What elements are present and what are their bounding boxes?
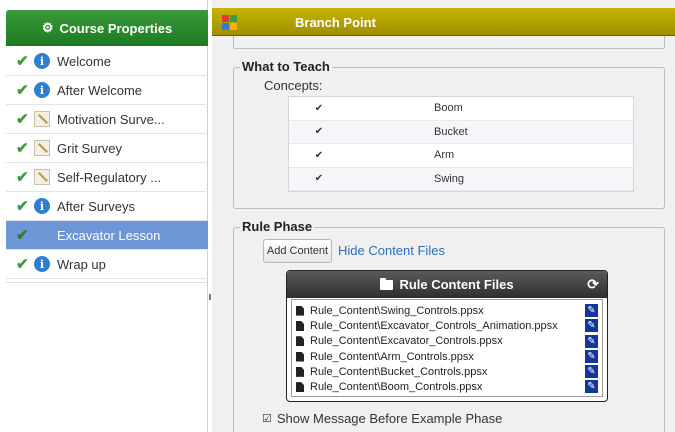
survey-icon — [34, 169, 50, 185]
content-file-row: Rule_Content\Arm_Controls.ppsx ✎ — [292, 349, 602, 364]
edit-file-icon[interactable]: ✎ — [585, 380, 598, 394]
branch-grid-icon — [34, 227, 50, 243]
rule-phase-section: Rule Phase Add Content Hide Content File… — [233, 219, 665, 432]
edit-file-icon[interactable]: ✎ — [585, 304, 598, 317]
file-icon — [296, 320, 304, 331]
branch-point-header: Branch Point — [212, 8, 675, 36]
check-icon: ✔ — [16, 197, 29, 215]
sidebar-item[interactable]: ✔ Grit Survey — [6, 134, 208, 163]
concept-name: Arm — [434, 149, 455, 162]
edit-file-icon[interactable]: ✎ — [585, 334, 598, 348]
show-message-checkbox[interactable]: ☑ — [262, 412, 272, 425]
content-file-name: Rule_Content\Excavator_Controls_Animatio… — [310, 319, 558, 332]
check-icon: ✔ — [16, 81, 29, 99]
check-icon: ✔ — [16, 52, 29, 70]
sidebar-item[interactable]: ✔ i Wrap up — [6, 250, 208, 279]
info-icon: i — [34, 256, 50, 272]
branch-point-panel: Branch Point What to Teach Concepts: ✔ Bo… — [212, 0, 675, 432]
check-icon: ✔ — [16, 226, 29, 244]
page-title: Branch Point — [295, 15, 376, 30]
content-file-name: Rule_Content\Arm_Controls.ppsx — [310, 350, 474, 363]
concept-row: ✔ Arm — [289, 144, 633, 168]
app-root: ⚙ Course Properties ✔ i Welcome ✔ i After Wel… — [0, 0, 675, 432]
info-icon: i — [34, 198, 50, 214]
survey-icon — [34, 140, 50, 156]
concept-checkbox[interactable]: ✔ — [289, 103, 349, 114]
rule-phase-legend: Rule Phase — [240, 219, 315, 234]
concept-checkbox[interactable]: ✔ — [289, 150, 349, 161]
sidebar-item[interactable]: ✔ Excavator Lesson — [6, 221, 208, 250]
sidebar-item[interactable]: ✔ Self-Regulatory ... — [6, 163, 208, 192]
sidebar-item-label: Motivation Surve... — [57, 111, 165, 127]
file-icon — [296, 351, 304, 362]
file-icon — [296, 382, 304, 393]
hide-content-files-link[interactable]: Hide Content Files — [338, 243, 445, 258]
sidebar-item-label: After Welcome — [57, 82, 143, 98]
file-icon — [296, 366, 304, 377]
content-file-row: Rule_Content\Excavator_Controls.ppsx ✎ — [292, 334, 602, 349]
rule-content-files-header: Rule Content Files ⟳ — [287, 271, 607, 298]
concept-name: Bucket — [434, 125, 468, 138]
concept-checkbox[interactable]: ✔ — [289, 173, 349, 184]
concept-row: ✔ Bucket — [289, 120, 633, 144]
content-file-name: Rule_Content\Boom_Controls.ppsx — [310, 381, 483, 394]
concept-name: Boom — [434, 102, 463, 115]
content-file-row: Rule_Content\Excavator_Controls_Animatio… — [292, 318, 602, 333]
file-icon — [296, 336, 304, 347]
add-content-button[interactable]: Add Content — [263, 239, 332, 263]
content-file-name: Rule_Content\Excavator_Controls.ppsx — [310, 335, 503, 348]
file-icon — [296, 305, 304, 316]
gears-icon: ⚙ — [41, 20, 54, 35]
concept-checkbox[interactable]: ✔ — [289, 126, 349, 137]
what-to-teach-section: What to Teach Concepts: ✔ Boom ✔ Bucket ✔ Arm… — [233, 59, 665, 209]
content-file-row: Rule_Content\Boom_Controls.ppsx ✎ — [292, 379, 602, 394]
concepts-label: Concepts: — [264, 78, 323, 93]
concept-row: ✔ Swing — [289, 167, 633, 191]
folder-icon — [380, 277, 394, 290]
sidebar-item-label: Self-Regulatory ... — [57, 169, 162, 185]
sidebar-item[interactable]: ✔ Motivation Surve... — [6, 105, 208, 134]
sidebar-item-label: Excavator Lesson — [57, 227, 161, 243]
check-icon: ✔ — [16, 168, 29, 186]
rule-content-files-panel: Rule Content Files ⟳ Rule_Content\Swing_… — [286, 270, 608, 402]
course-properties-label: Course Properties — [59, 20, 173, 36]
sidebar-item-label: Wrap up — [57, 256, 106, 272]
show-message-option: ☑ Show Message Before Example Phase — [262, 411, 502, 426]
content-file-row: Rule_Content\Swing_Controls.ppsx ✎ — [292, 303, 602, 318]
show-message-label: Show Message Before Example Phase — [276, 411, 503, 426]
course-sidebar: ⚙ Course Properties ✔ i Welcome ✔ i After Wel… — [0, 0, 208, 432]
survey-icon — [34, 111, 50, 127]
sidebar-divider — [6, 282, 208, 283]
sidebar-item[interactable]: ✔ i After Welcome — [6, 76, 208, 105]
concepts-table: ✔ Boom ✔ Bucket ✔ Arm ✔ Swing — [288, 96, 634, 192]
edit-file-icon[interactable]: ✎ — [585, 349, 598, 363]
sidebar-item[interactable]: ✔ i After Surveys — [6, 192, 208, 221]
branch-grid-icon — [222, 15, 237, 30]
sidebar-item-label: After Surveys — [57, 198, 136, 214]
course-item-list: ✔ i Welcome ✔ i After Welcome ✔ Motivation Surv… — [6, 47, 208, 279]
sidebar-item-label: Welcome — [57, 53, 111, 69]
info-icon: i — [34, 53, 50, 69]
check-icon: ✔ — [16, 110, 29, 128]
edit-file-icon[interactable]: ✎ — [585, 365, 598, 379]
concept-name: Swing — [434, 172, 464, 185]
panel-splitter-handle[interactable] — [209, 294, 211, 300]
concept-row: ✔ Boom — [289, 97, 633, 121]
info-icon: i — [34, 82, 50, 98]
content-file-name: Rule_Content\Bucket_Controls.ppsx — [310, 365, 488, 378]
content-file-row: Rule_Content\Bucket_Controls.ppsx ✎ — [292, 364, 602, 379]
content-file-list: Rule_Content\Swing_Controls.ppsx ✎ Rule_Co… — [291, 299, 603, 397]
sidebar-item[interactable]: ✔ i Welcome — [6, 47, 208, 76]
rule-content-files-title: Rule Content Files — [399, 277, 514, 292]
sidebar-item-label: Grit Survey — [57, 140, 123, 156]
previous-section-box — [233, 36, 665, 49]
content-file-name: Rule_Content\Swing_Controls.ppsx — [310, 304, 484, 317]
check-icon: ✔ — [16, 139, 29, 157]
refresh-icon[interactable]: ⟳ — [587, 276, 599, 293]
edit-file-icon[interactable]: ✎ — [585, 319, 598, 333]
course-properties-header[interactable]: ⚙ Course Properties — [6, 10, 208, 46]
check-icon: ✔ — [16, 255, 29, 273]
what-to-teach-legend: What to Teach — [240, 59, 332, 74]
